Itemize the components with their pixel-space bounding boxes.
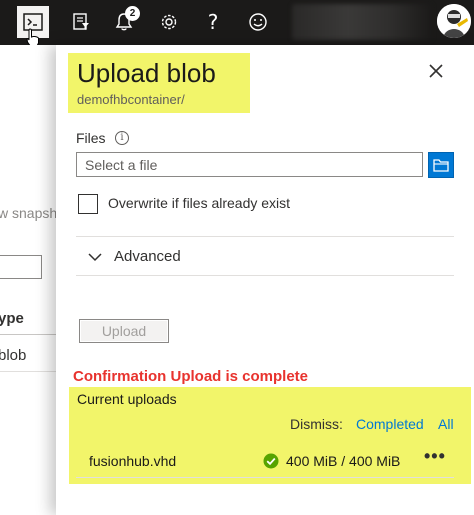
bell-icon[interactable]: 2 <box>108 6 140 38</box>
browse-folder-button[interactable] <box>428 152 454 178</box>
upload-button[interactable]: Upload <box>79 319 169 343</box>
gear-icon[interactable] <box>153 6 185 38</box>
overwrite-checkbox[interactable] <box>78 194 98 214</box>
divider <box>76 477 454 478</box>
dismiss-completed-link[interactable]: Completed <box>356 416 424 432</box>
advanced-label: Advanced <box>114 248 181 265</box>
background-column-header: ype <box>0 310 24 327</box>
help-glyph: ? <box>207 10 219 34</box>
upload-file-name: fusionhub.vhd <box>89 453 177 469</box>
upload-progress-text: 400 MiB / 400 MiB <box>286 453 401 469</box>
account-info-blurred[interactable] <box>292 4 432 40</box>
advanced-toggle[interactable]: Advanced <box>76 243 454 273</box>
help-icon[interactable]: ? <box>197 6 229 38</box>
info-icon[interactable]: i <box>115 131 129 145</box>
background-divider <box>0 371 58 372</box>
close-icon[interactable] <box>426 61 446 81</box>
avatar[interactable] <box>437 4 471 38</box>
background-input-box[interactable] <box>0 255 42 279</box>
top-bar: 2 ? <box>0 0 474 48</box>
notification-count-badge: 2 <box>125 6 140 21</box>
more-options-icon[interactable]: ••• <box>424 447 446 467</box>
directory-filter-icon[interactable] <box>65 6 97 38</box>
current-uploads-header: Current uploads <box>77 391 177 407</box>
select-file-input[interactable] <box>76 152 423 177</box>
background-row-text: blob <box>0 347 27 364</box>
overwrite-label: Overwrite if files already exist <box>108 195 291 211</box>
background-divider <box>0 334 58 335</box>
container-path: demofhbcontainer/ <box>77 92 185 107</box>
chevron-down-icon <box>88 253 102 262</box>
page-title: Upload blob <box>77 58 216 88</box>
divider <box>76 236 454 237</box>
divider <box>76 275 454 276</box>
folder-icon <box>433 159 449 172</box>
confirmation-annotation: Confirmation Upload is complete <box>73 368 309 385</box>
dismiss-label: Dismiss: <box>290 416 343 432</box>
background-snapshot-text: w snapsh <box>0 205 58 221</box>
upload-blob-panel: Upload blob demofhbcontainer/ Files i Ov… <box>56 45 474 515</box>
smiley-icon[interactable] <box>242 6 274 38</box>
files-label: Files <box>76 130 106 146</box>
dismiss-all-link[interactable]: All <box>438 416 454 432</box>
success-check-icon <box>263 453 279 469</box>
